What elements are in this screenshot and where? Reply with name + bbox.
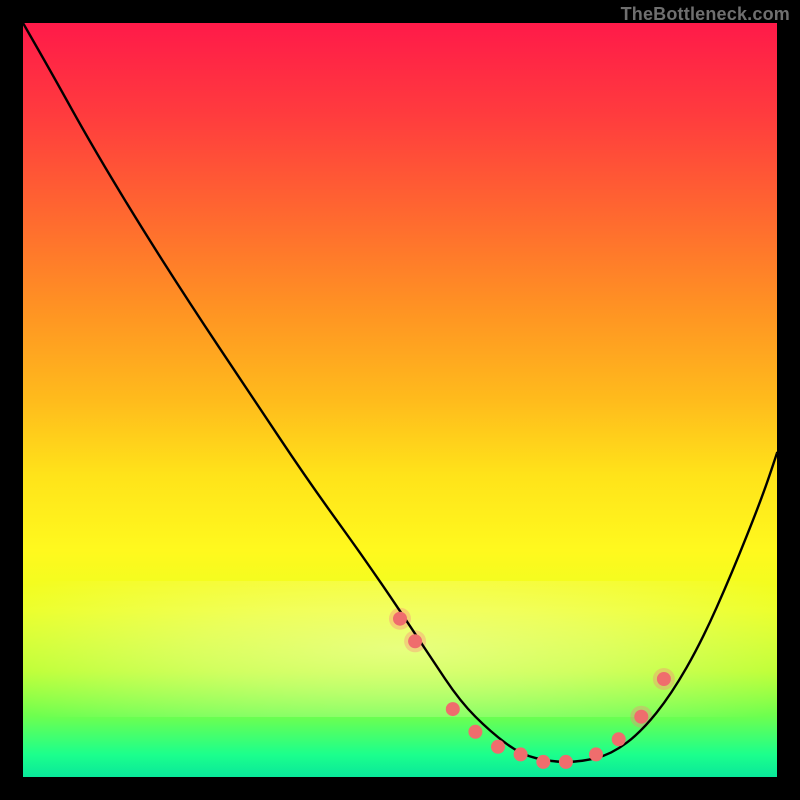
marker-dot (589, 747, 603, 761)
highlight-glow-band (23, 581, 777, 717)
marker-dot (468, 725, 482, 739)
marker-halo (630, 706, 652, 728)
marker-dot (559, 755, 573, 769)
marker-dot (408, 634, 422, 648)
marker-dot (634, 710, 648, 724)
marker-dot (393, 612, 407, 626)
marker-dot (491, 740, 505, 754)
markers-group (393, 612, 671, 769)
watermark-text: TheBottleneck.com (621, 4, 790, 25)
marker-dot (657, 672, 671, 686)
bottleneck-curve (23, 23, 777, 762)
chart-svg (23, 23, 777, 777)
marker-halo (404, 630, 426, 652)
marker-dot (514, 747, 528, 761)
halo-markers-group (389, 608, 675, 728)
marker-halo (389, 608, 411, 630)
marker-dot (612, 732, 626, 746)
chart-frame: TheBottleneck.com (0, 0, 800, 800)
marker-halo (653, 668, 675, 690)
marker-dot (536, 755, 550, 769)
marker-dot (446, 702, 460, 716)
plot-area (23, 23, 777, 777)
